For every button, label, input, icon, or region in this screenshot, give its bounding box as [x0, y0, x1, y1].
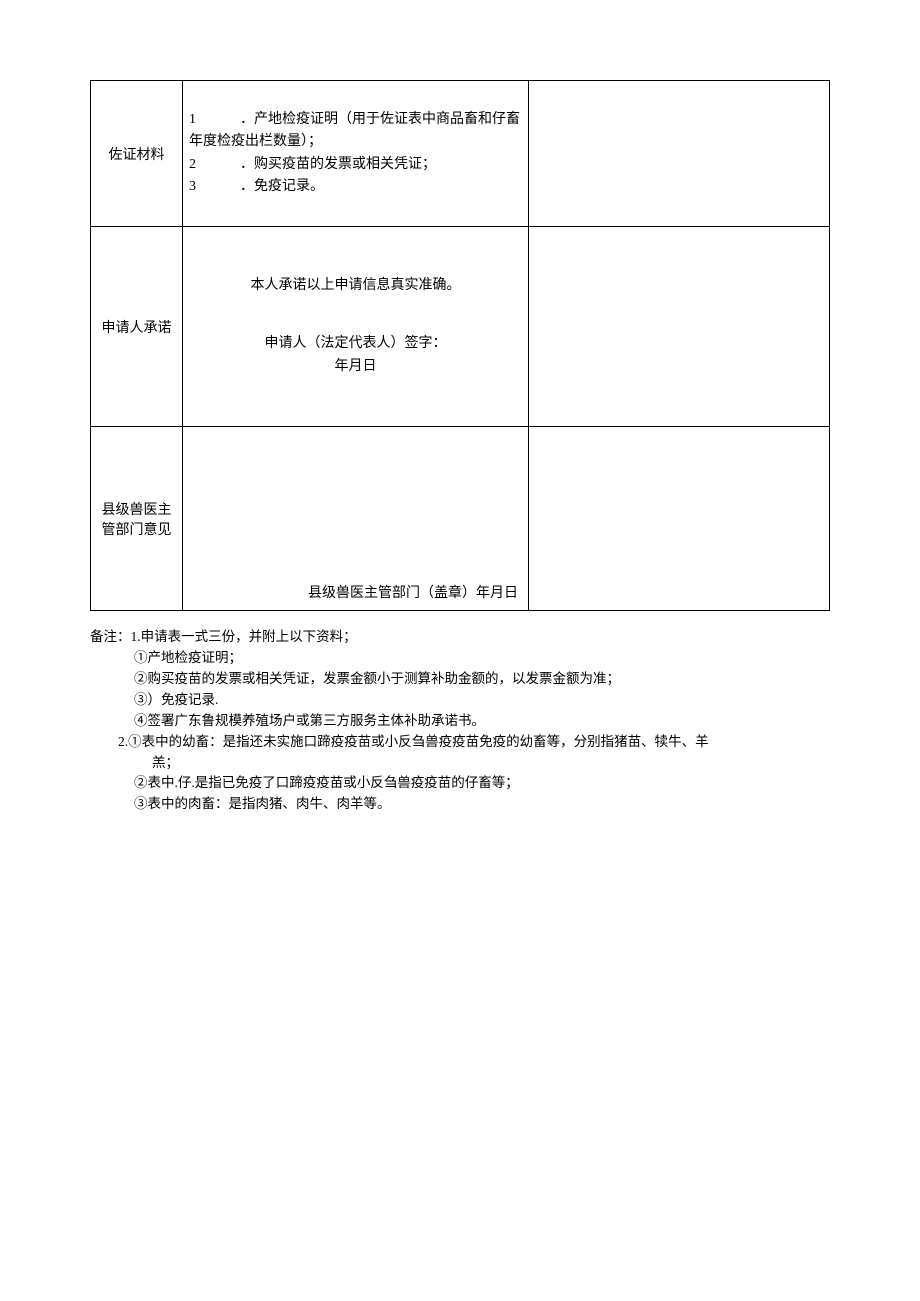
evidence-item-1: 1．产地检疫证明（用于佐证表中商品畜和仔畜年度检疫出栏数量）；	[189, 109, 522, 154]
notes-section: 备注：1.申请表一式三份，并附上以下资料； ①产地检疫证明； ②购买疫苗的发票或…	[90, 627, 830, 815]
evidence-blank	[529, 81, 830, 227]
evidence-item-3: 3．免疫记录。	[189, 176, 522, 198]
commitment-row: 申请人承诺 本人承诺以上申请信息真实准确。 申请人（法定代表人）签字： 年月日	[91, 227, 830, 427]
evidence-content: 1．产地检疫证明（用于佐证表中商品畜和仔畜年度检疫出栏数量）； 2．购买疫苗的发…	[183, 81, 529, 227]
authority-row: 县级兽医主管部门意见 县级兽医主管部门（盖章）年月日	[91, 427, 830, 611]
commitment-gap	[189, 297, 522, 333]
authority-content: 县级兽医主管部门（盖章）年月日	[183, 427, 529, 611]
evidence-item-2: 2．购买疫苗的发票或相关凭证；	[189, 154, 522, 176]
note-line-1: 备注：1.申请表一式三份，并附上以下资料；	[90, 627, 830, 648]
commitment-content: 本人承诺以上申请信息真实准确。 申请人（法定代表人）签字： 年月日	[183, 227, 529, 427]
note-line-7: ②表中.仔.是指已免疫了口蹄疫疫苗或小反刍兽疫疫苗的仔畜等；	[90, 773, 830, 794]
note-line-5: ④签署广东鲁规模养殖场户或第三方服务主体补助承诺书。	[90, 711, 830, 732]
commitment-date-label: 年月日	[189, 356, 522, 378]
page-container: 佐证材料 1．产地检疫证明（用于佐证表中商品畜和仔畜年度检疫出栏数量）； 2．购…	[0, 0, 920, 895]
commitment-blank	[529, 227, 830, 427]
note-line-2: ①产地检疫证明；	[90, 648, 830, 669]
commitment-label: 申请人承诺	[91, 227, 183, 427]
evidence-list: 1．产地检疫证明（用于佐证表中商品畜和仔畜年度检疫出栏数量）； 2．购买疫苗的发…	[189, 109, 522, 199]
note-line-6b: 羔；	[90, 753, 830, 774]
authority-blank	[529, 427, 830, 611]
note-line-3: ②购买疫苗的发票或相关凭证，发票金额小于测算补助金额的，以发票金额为准；	[90, 669, 830, 690]
form-table: 佐证材料 1．产地检疫证明（用于佐证表中商品畜和仔畜年度检疫出栏数量）； 2．购…	[90, 80, 830, 611]
note-line-4: ③）免疫记录.	[90, 690, 830, 711]
authority-seal-line: 县级兽医主管部门（盖章）年月日	[189, 582, 522, 602]
commitment-statement: 本人承诺以上申请信息真实准确。	[189, 275, 522, 297]
evidence-row: 佐证材料 1．产地检疫证明（用于佐证表中商品畜和仔畜年度检疫出栏数量）； 2．购…	[91, 81, 830, 227]
note-line-6: 2.①表中的幼畜：是指还未实施口蹄疫疫苗或小反刍兽疫疫苗免疫的幼畜等，分别指猪苗…	[90, 732, 830, 753]
evidence-label: 佐证材料	[91, 81, 183, 227]
note-line-8: ③表中的肉畜：是指肉猪、肉牛、肉羊等。	[90, 794, 830, 815]
authority-label: 县级兽医主管部门意见	[91, 427, 183, 611]
commitment-sign-label: 申请人（法定代表人）签字：	[189, 333, 522, 355]
commitment-body: 本人承诺以上申请信息真实准确。 申请人（法定代表人）签字： 年月日	[189, 275, 522, 378]
